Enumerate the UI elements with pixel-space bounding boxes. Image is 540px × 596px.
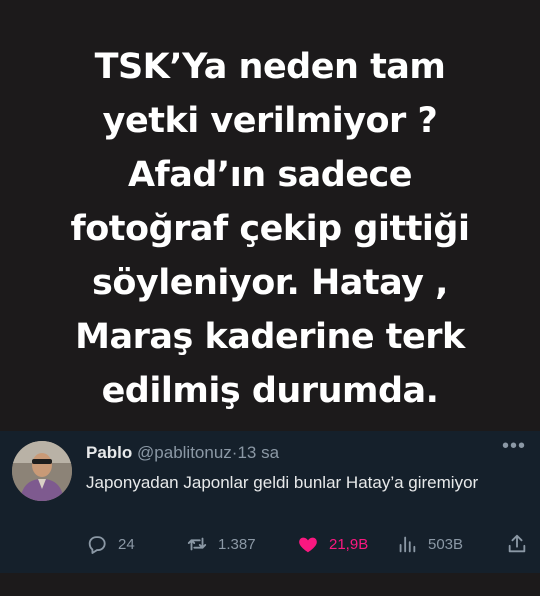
like-count: 21,9B — [329, 535, 369, 553]
retweet-count: 1.387 — [218, 535, 256, 553]
headline-line: Maraş kaderine terk — [75, 317, 465, 357]
headline-text: TSK’Ya neden tam yetki verilmiyor ? Afad… — [0, 40, 540, 418]
more-horizontal-icon[interactable]: ••• — [500, 435, 528, 457]
share-icon — [508, 534, 526, 553]
views-button[interactable]: 503B — [396, 532, 463, 556]
heart-icon — [299, 537, 317, 553]
headline-line: Afad’ın sadece — [127, 155, 413, 195]
author-name[interactable]: Pablo — [86, 443, 132, 462]
reply-count: 24 — [118, 535, 135, 553]
bottom-background — [0, 573, 540, 596]
tweet-card[interactable]: Pablo @pablitonuz·13 sa ••• Japonyadan J… — [0, 431, 540, 573]
headline-line: TSK’Ya neden tam — [94, 47, 446, 87]
headline-line: söyleniyor. Hatay , — [92, 263, 448, 303]
like-button[interactable]: 21,9B — [297, 532, 368, 556]
views-chart-icon — [399, 536, 416, 553]
avatar[interactable] — [12, 441, 72, 501]
reply-button[interactable]: 24 — [86, 532, 135, 556]
retweet-button[interactable]: 1.387 — [186, 532, 256, 556]
headline-line: yetki verilmiyor ? — [102, 101, 438, 141]
retweet-icon — [187, 537, 207, 551]
headline-line: fotoğraf çekip gittiği — [70, 209, 470, 249]
views-count: 503B — [428, 535, 464, 553]
tweet-actions: 24 1.387 21,9B 503B — [86, 532, 532, 558]
reply-icon — [88, 536, 106, 554]
author-handle[interactable]: @pablitonuz — [137, 443, 232, 462]
tweet-time[interactable]: 13 sa — [237, 443, 279, 462]
tweet-header: Pablo @pablitonuz·13 sa — [86, 443, 279, 463]
headline-line: edilmiş durumda. — [101, 371, 439, 411]
tweet-text: Japonyadan Japonlar geldi bunlar Hatay’a… — [86, 473, 479, 492]
share-button[interactable] — [506, 532, 528, 556]
